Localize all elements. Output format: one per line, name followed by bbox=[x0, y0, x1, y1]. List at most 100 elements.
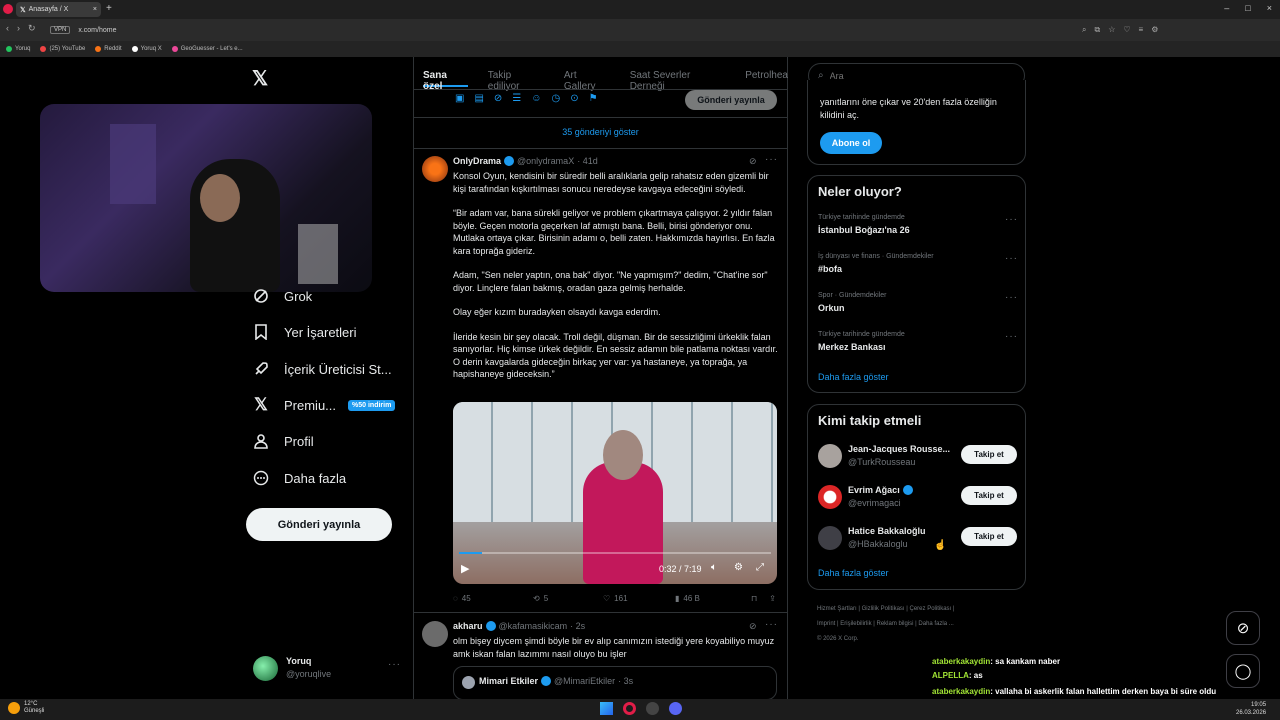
search-page-icon[interactable]: ⌕ bbox=[1082, 25, 1086, 35]
avatar[interactable] bbox=[422, 156, 448, 182]
nav-creator-studio[interactable]: İçerik Üreticisi St... bbox=[252, 360, 392, 378]
extension-icon[interactable]: ⧉ bbox=[1094, 25, 1100, 35]
menu-icon[interactable]: ≡ bbox=[1139, 25, 1144, 35]
minimize-icon[interactable]: – bbox=[1224, 3, 1229, 13]
settings-icon[interactable]: ⚙ bbox=[734, 562, 743, 573]
more-icon[interactable]: ··· bbox=[388, 659, 401, 670]
tab-watch-society[interactable]: Saat Severler Derneği bbox=[630, 63, 725, 92]
like-button[interactable]: ♡ 161 bbox=[603, 594, 675, 603]
bookmark-reddit[interactable]: Reddit bbox=[95, 46, 122, 52]
footer-link[interactable]: Reklam bilgisi bbox=[877, 621, 914, 627]
url-field[interactable]: VPN x.com/home bbox=[50, 23, 1050, 37]
follow-button[interactable]: Takip et bbox=[961, 445, 1017, 464]
show-more-posts[interactable]: 35 gönderiyi göster bbox=[413, 127, 788, 137]
footer-link[interactable]: Çerez Politikası bbox=[910, 606, 952, 612]
author-handle[interactable]: @kafamasikicam bbox=[499, 621, 568, 631]
schedule-icon[interactable]: ◷ bbox=[551, 93, 560, 104]
poll-icon[interactable]: ☰ bbox=[512, 93, 521, 104]
flag-icon[interactable]: ⚑ bbox=[589, 93, 598, 104]
trend-item[interactable]: Türkiye tarihinde gündemde Merkez Bankas… bbox=[818, 331, 1018, 363]
footer-link[interactable]: Daha fazla ... bbox=[918, 621, 953, 627]
volume-icon[interactable]: 🔈︎ bbox=[711, 562, 717, 573]
follow-button[interactable]: Takip et bbox=[961, 486, 1017, 505]
image-icon[interactable]: ▣ bbox=[455, 93, 464, 104]
share-icon[interactable]: ⇪ bbox=[769, 594, 776, 603]
forward-icon[interactable]: › bbox=[17, 23, 20, 34]
post-button[interactable]: Gönderi yayınla bbox=[246, 508, 392, 541]
back-icon[interactable]: ‹ bbox=[6, 23, 9, 34]
author-name[interactable]: akharu bbox=[453, 621, 483, 631]
location-icon[interactable]: ⊙ bbox=[570, 93, 578, 104]
bookmark-icon[interactable]: ⊓ bbox=[751, 594, 757, 603]
nav-profile[interactable]: Profil bbox=[252, 432, 314, 450]
views-button[interactable]: ▮ 46 B bbox=[675, 594, 745, 603]
heart-icon[interactable]: ♡ bbox=[1123, 25, 1130, 35]
show-more-trends[interactable]: Daha fazla göster bbox=[818, 372, 889, 382]
grok-icon[interactable]: ⊘ bbox=[494, 93, 502, 104]
avatar[interactable] bbox=[422, 621, 448, 647]
tweet[interactable]: OnlyDrama @onlydramaX · 41d ⊘ ··· Konsol… bbox=[422, 154, 782, 610]
gif-icon[interactable]: ▤ bbox=[474, 93, 483, 104]
clock[interactable]: 19:05 26.03.2026 bbox=[1236, 701, 1266, 717]
tab-art-gallery[interactable]: Art Gallery bbox=[564, 63, 610, 92]
subscribe-button[interactable]: Abone ol bbox=[820, 132, 882, 154]
tab-for-you[interactable]: Sana özel bbox=[423, 63, 468, 92]
follow-suggestion[interactable]: Jean-Jacques Rousse... @TurkRousseau Tak… bbox=[818, 442, 1018, 470]
close-window-icon[interactable]: × bbox=[1267, 3, 1272, 13]
trend-item[interactable]: Spor · Gündemdekiler Orkun ··· bbox=[818, 292, 1018, 324]
grok-float-button[interactable]: ⊘ bbox=[1226, 611, 1260, 645]
nav-more[interactable]: Daha fazla bbox=[252, 469, 346, 487]
tab-following[interactable]: Takip ediliyor bbox=[488, 63, 544, 92]
footer-link[interactable]: Erişilebilirlik bbox=[840, 621, 871, 627]
footer-link[interactable]: Hizmet Şartları bbox=[817, 606, 857, 612]
trend-item[interactable]: İş dünyası ve finans · Gündemdekiler #bo… bbox=[818, 253, 1018, 285]
discord-icon[interactable] bbox=[669, 702, 682, 715]
bookmark-yoruq-x[interactable]: Yoruq X bbox=[131, 46, 162, 52]
messages-float-button[interactable]: ◯ bbox=[1226, 654, 1260, 688]
footer-link[interactable]: Imprint bbox=[817, 621, 835, 627]
play-icon[interactable]: ▶ bbox=[461, 562, 469, 575]
more-icon[interactable]: ··· bbox=[765, 154, 778, 165]
opera-icon[interactable] bbox=[623, 702, 636, 715]
browser-tab[interactable]: 𝕏 Anasayfa / X × bbox=[16, 2, 101, 17]
quote-tweet[interactable]: Mimari Etkiler @MimariEtkiler · 3s bbox=[453, 666, 777, 700]
trend-item[interactable]: Türkiye tarihinde gündemde İstanbul Boğa… bbox=[818, 214, 1018, 246]
nav-grok[interactable]: Grok bbox=[252, 287, 312, 305]
settings-icon[interactable]: ⚙ bbox=[1151, 25, 1158, 35]
maximize-icon[interactable]: □ bbox=[1245, 3, 1250, 13]
compose-post-button[interactable]: Gönderi yayınla bbox=[685, 90, 777, 110]
tab-close-icon[interactable]: × bbox=[93, 6, 97, 13]
account-switcher[interactable]: Yoruq @yoruqlive ··· bbox=[253, 654, 403, 684]
reply-button[interactable]: ◌ 45 bbox=[453, 594, 533, 603]
author-name[interactable]: OnlyDrama bbox=[453, 156, 501, 166]
video-player[interactable]: ▶ 0:32 / 7:19 🔈︎ ⚙ ⤢ bbox=[453, 402, 777, 584]
reload-icon[interactable]: ↻ bbox=[28, 23, 36, 34]
grok-icon[interactable]: ⊘ bbox=[749, 621, 757, 632]
nav-premium[interactable]: 𝕏 Premiu... %50 indirim bbox=[252, 395, 396, 414]
tab-petrolhead[interactable]: Petrolhea bbox=[745, 63, 788, 89]
follow-suggestion[interactable]: Evrim Ağacı @evrimagaci Takip et bbox=[818, 483, 1018, 511]
show-more-suggestions[interactable]: Daha fazla göster bbox=[818, 568, 889, 578]
x-logo-icon[interactable]: 𝕏 bbox=[252, 66, 268, 91]
more-icon[interactable]: ··· bbox=[1005, 214, 1018, 225]
bookmark-youtube[interactable]: (25) YouTube bbox=[40, 46, 85, 52]
more-icon[interactable]: ··· bbox=[1005, 253, 1018, 264]
follow-suggestion[interactable]: Hatice Bakkaloğlu @HBakkaloglu Takip et bbox=[818, 524, 1018, 552]
footer-link[interactable]: Gizlilik Politikası bbox=[862, 606, 905, 612]
star-icon[interactable]: ☆ bbox=[1108, 25, 1115, 35]
windows-start-icon[interactable] bbox=[600, 702, 613, 715]
tweet[interactable]: akharu @kafamasikicam · 2s ⊘ ··· olm biş… bbox=[422, 618, 782, 700]
more-icon[interactable]: ··· bbox=[1005, 292, 1018, 303]
more-icon[interactable]: ··· bbox=[765, 619, 778, 630]
author-handle[interactable]: @onlydramaX bbox=[517, 156, 574, 166]
grok-icon[interactable]: ⊘ bbox=[749, 156, 757, 167]
search-input[interactable] bbox=[829, 70, 1010, 81]
bookmark-geoguessr[interactable]: GeoGuesser - Let's e... bbox=[171, 46, 243, 52]
tweet-time[interactable]: · 2s bbox=[570, 621, 585, 631]
fullscreen-icon[interactable]: ⤢ bbox=[756, 562, 764, 573]
nav-bookmarks[interactable]: Yer İşaretleri bbox=[252, 323, 357, 341]
tweet-time[interactable]: · 41d bbox=[577, 156, 598, 166]
follow-button[interactable]: Takip et bbox=[961, 527, 1017, 546]
emoji-icon[interactable]: ☺ bbox=[531, 93, 541, 104]
new-tab-icon[interactable]: + bbox=[106, 3, 112, 14]
